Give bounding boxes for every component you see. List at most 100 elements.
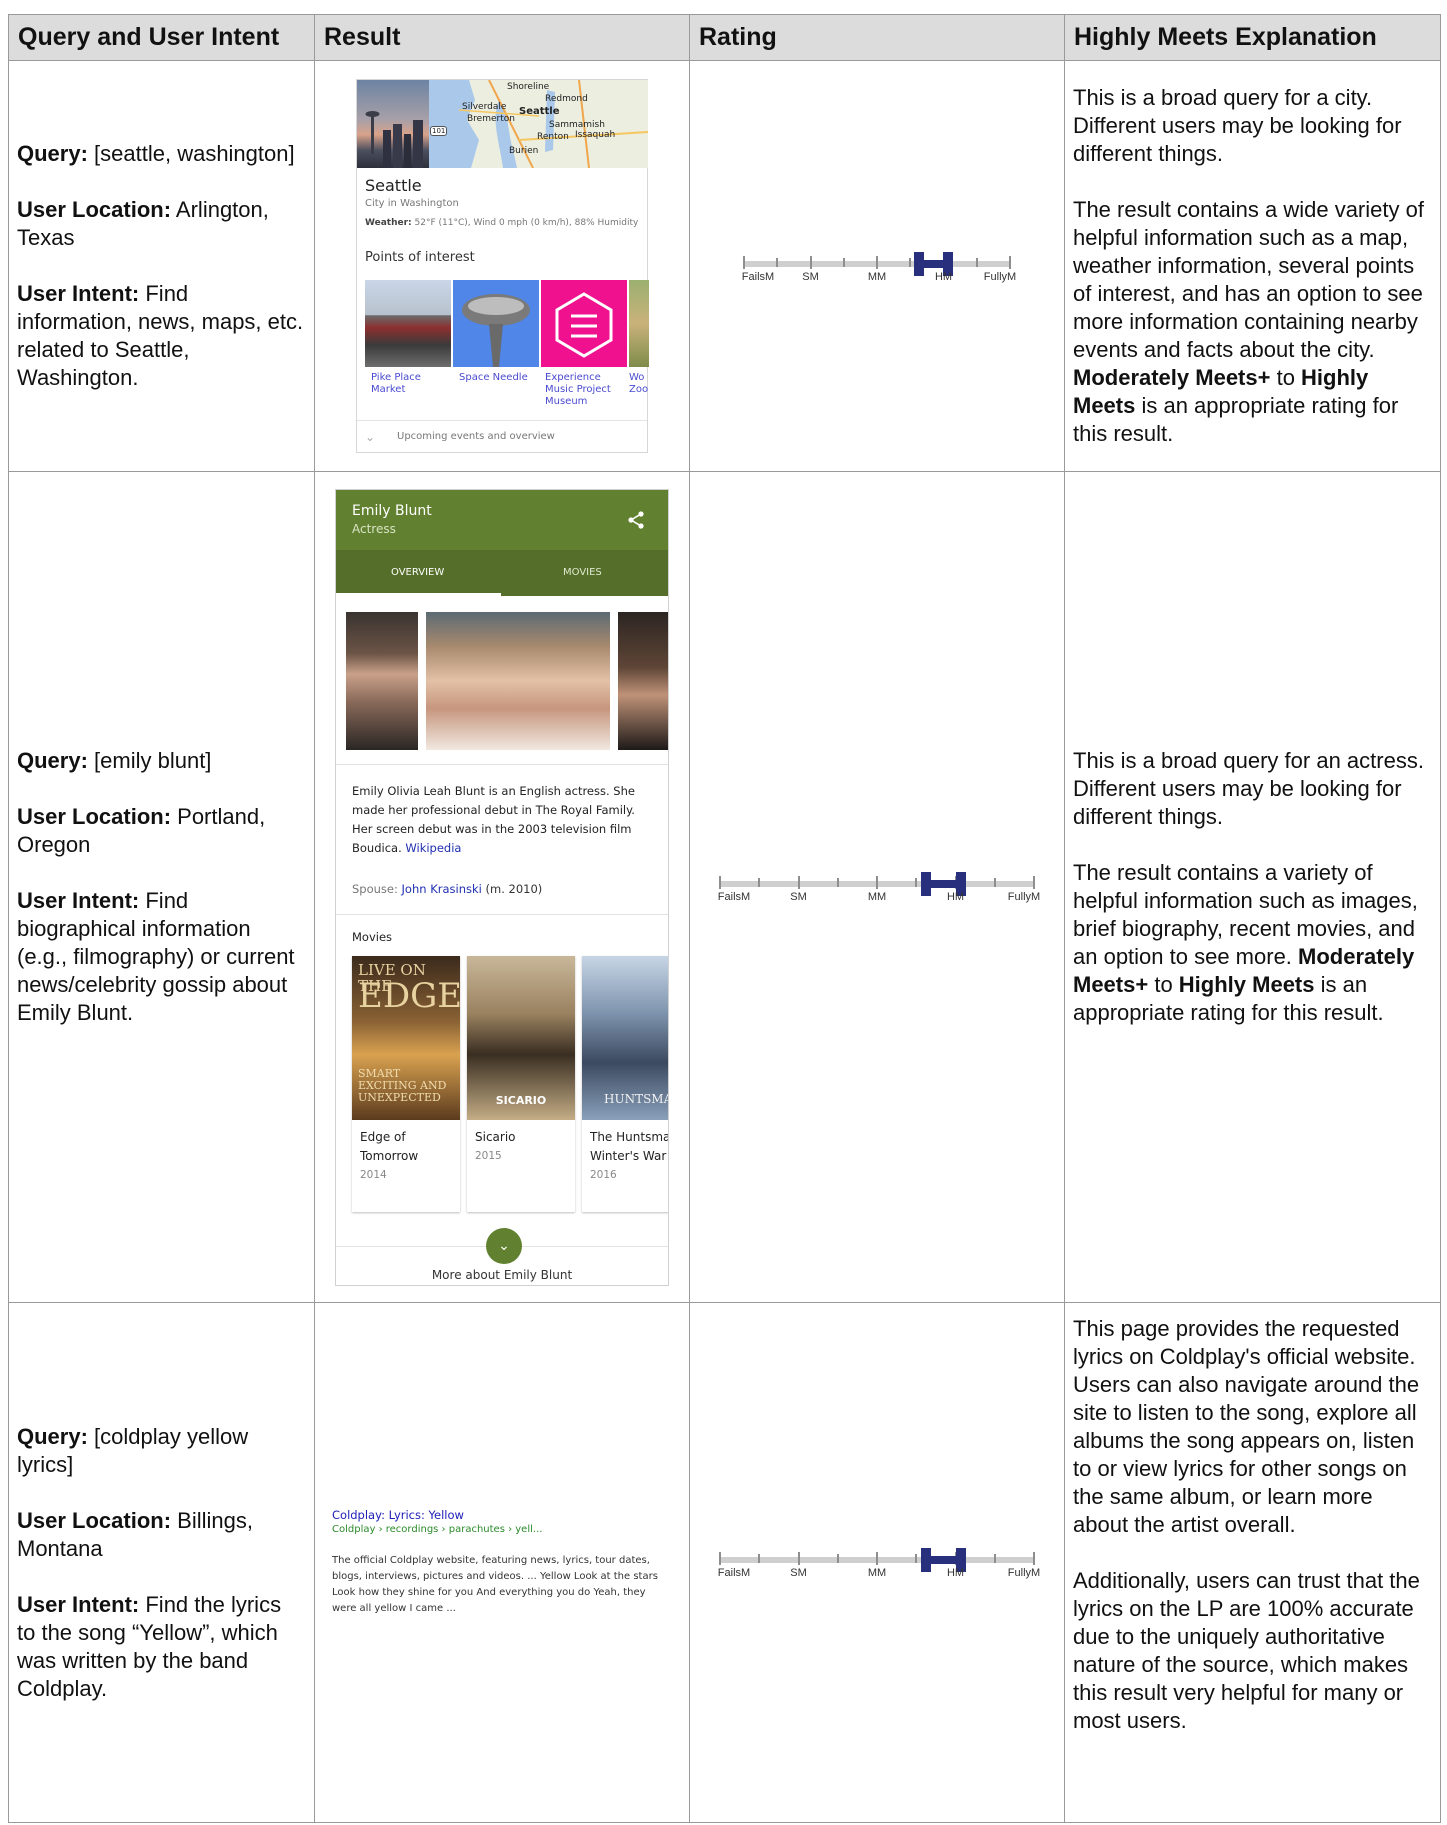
rating-label: HM — [946, 891, 965, 903]
emily-blunt-knowledge-card[interactable]: Emily Blunt Actress OVERVIEW MOVIES Emil… — [335, 488, 669, 1286]
rating-tick — [758, 1553, 761, 1563]
rating-tick — [758, 878, 761, 887]
rating-tick — [719, 1551, 721, 1565]
seattle-footer-expand[interactable]: ⌄ Upcoming events and overview — [357, 420, 647, 454]
rating-label: MM — [867, 1566, 887, 1579]
rating-tick — [876, 876, 878, 889]
rating-label: FailsM — [717, 891, 751, 903]
query-line: Query: [emily blunt] — [17, 748, 212, 773]
movie-title: Tomorrow — [360, 1148, 419, 1163]
tab-overview[interactable]: OVERVIEW — [391, 567, 444, 578]
share-icon[interactable] — [626, 510, 646, 534]
rating-tick — [776, 258, 779, 267]
rating-tick — [1033, 1551, 1035, 1565]
result-cell: Shoreline Silverdale Redmond Seattle Bre… — [314, 60, 690, 472]
explanation-cell: This is a broad query for an actress. Di… — [1064, 471, 1441, 1303]
rating-examples-table: Query and User Intent Result Rating High… — [8, 14, 1441, 1823]
rating-tick — [975, 258, 978, 267]
actress-photo[interactable] — [426, 611, 610, 750]
more-about-link[interactable]: More about Emily Blunt — [336, 1268, 668, 1282]
rating-tick — [876, 1551, 878, 1565]
rating-label: FullyM — [983, 271, 1017, 283]
rating-label: HM — [946, 1566, 965, 1579]
rating-range-start — [921, 1547, 932, 1572]
location-line: User Location: Portland, Oregon — [17, 804, 266, 857]
spouse-link[interactable]: John Krasinski — [402, 882, 482, 896]
rating-tick — [1033, 876, 1035, 889]
rating-label: MM — [867, 271, 887, 283]
poi-label-emp-museum[interactable]: Experience Music Project Museum — [545, 372, 623, 408]
poi-label-space-needle[interactable]: Space Needle — [459, 372, 543, 384]
rating-label: FullyM — [1007, 1566, 1041, 1579]
rating-tick — [797, 1551, 800, 1565]
explanation-paragraph: This is a broad query for an actress. Di… — [1073, 748, 1424, 829]
chevron-down-icon: ⌄ — [365, 430, 376, 444]
actress-photo[interactable] — [346, 611, 418, 750]
seattle-skyline-image[interactable] — [357, 80, 429, 168]
intent-line: User Intent: Find information, news, map… — [17, 281, 304, 390]
rating-label: FailsM — [741, 271, 775, 283]
tab-movies[interactable]: MOVIES — [563, 567, 602, 578]
movie-card[interactable]: LIVE ON THE EDGE SMART EXCITING AND UNEX… — [352, 955, 462, 1212]
zoo-image[interactable] — [629, 280, 649, 367]
poi-label-zoo[interactable]: Wo Zoo — [629, 372, 649, 396]
header-explanation: Highly Meets Explanation — [1064, 14, 1441, 61]
rating-range-start — [913, 252, 924, 276]
location-line: User Location: Arlington, Texas — [17, 197, 269, 250]
space-needle-image[interactable] — [453, 280, 539, 367]
rating-tick — [842, 258, 845, 267]
active-tab-indicator — [336, 592, 501, 596]
movie-title: Sicario — [475, 1129, 516, 1144]
wikipedia-link[interactable]: Wikipedia — [405, 841, 461, 855]
rating-tick — [809, 256, 812, 269]
movie-card[interactable]: HUNTSMAN The Huntsman: Winter's War 2016 — [582, 955, 668, 1212]
movie-poster: HUNTSMAN — [582, 955, 668, 1120]
result-url[interactable]: Coldplay › recordings › parachutes › yel… — [332, 1524, 672, 1535]
query-cell: Query: [emily blunt] User Location: Port… — [8, 471, 315, 1303]
query-line: Query: [coldplay yellow lyrics] — [17, 1423, 249, 1477]
rating-label: SM — [790, 891, 807, 903]
rating-tick — [915, 878, 918, 887]
rating-tick — [1009, 256, 1011, 269]
emp-museum-image[interactable] — [541, 280, 627, 367]
rating-label: SM — [790, 1566, 807, 1579]
explanation-paragraph: The result contains a variety of helpful… — [1073, 860, 1418, 1025]
seattle-title: Seattle — [365, 176, 422, 195]
rating-label: FullyM — [1007, 891, 1041, 903]
poi-label-pike-place[interactable]: Pike Place Market — [371, 372, 449, 396]
chevron-down-icon: ⌄ — [498, 1237, 510, 1254]
movie-year: 2015 — [475, 1149, 502, 1162]
pike-place-image[interactable] — [365, 280, 451, 367]
intent-line: User Intent: Find biographical informati… — [17, 888, 295, 1025]
rating-label: SM — [802, 271, 819, 283]
rating-tick — [993, 878, 996, 887]
rating-label: MM — [867, 891, 887, 903]
coldplay-search-result: Coldplay: Lyrics: Yellow Coldplay › reco… — [332, 1508, 672, 1617]
rating-tick — [915, 1553, 918, 1563]
explanation-cell: This is a broad query for a city. Differ… — [1064, 60, 1441, 472]
rating-tick — [836, 1553, 839, 1563]
poi-header: Points of interest — [365, 250, 475, 265]
actress-photo[interactable] — [618, 611, 668, 750]
seattle-knowledge-card[interactable]: Shoreline Silverdale Redmond Seattle Bre… — [356, 79, 649, 454]
rating-tick — [719, 876, 721, 889]
movie-card[interactable]: SICARIO Sicario 2015 — [467, 955, 575, 1212]
result-snippet: The official Coldplay website, featuring… — [332, 1555, 658, 1614]
rating-tick — [909, 258, 912, 267]
rating-tick — [876, 256, 878, 269]
explanation-paragraph: This is a broad query for a city. Differ… — [1073, 85, 1402, 166]
location-line: User Location: Billings, Montana — [17, 1507, 253, 1561]
expand-more-button[interactable]: ⌄ — [486, 1227, 522, 1264]
movies-header: Movies — [352, 929, 393, 944]
header-result: Result — [314, 14, 690, 61]
query-cell: Query: [seattle, washington] User Locati… — [8, 60, 315, 472]
rating-cell: FailsM SM MM HM FullyM — [689, 60, 1065, 472]
result-cell: Emily Blunt Actress OVERVIEW MOVIES Emil… — [314, 471, 690, 1303]
rating-scale: FailsM SM MM HM FullyM — [717, 871, 1040, 903]
movie-poster: LIVE ON THE EDGE SMART EXCITING AND UNEX… — [352, 955, 462, 1120]
movie-poster: SICARIO — [467, 955, 575, 1120]
rating-tick — [836, 878, 839, 887]
seattle-map[interactable]: Shoreline Silverdale Redmond Seattle Bre… — [429, 80, 648, 168]
result-title-link[interactable]: Coldplay: Lyrics: Yellow — [332, 1508, 672, 1522]
intent-line: User Intent: Find the lyrics to the song… — [17, 1591, 282, 1701]
